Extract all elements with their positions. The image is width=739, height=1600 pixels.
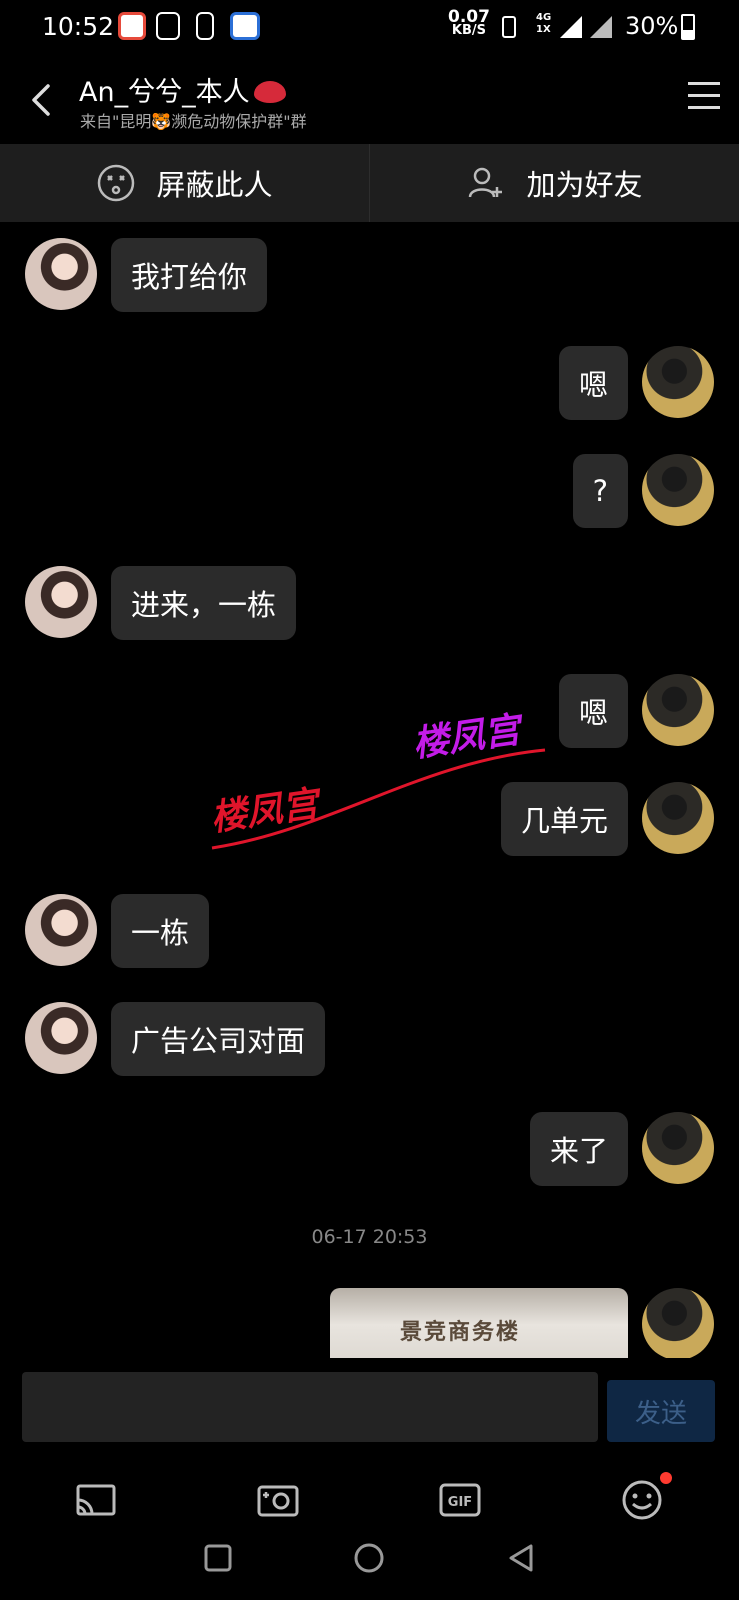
avatar[interactable] xyxy=(25,894,97,966)
add-user-icon xyxy=(469,167,503,198)
triangle-back-icon xyxy=(509,1544,533,1572)
message-bubble[interactable]: 嗯 xyxy=(558,346,628,420)
circle-icon xyxy=(354,1543,384,1573)
network-type: 4G 1X xyxy=(536,12,552,35)
chat-header: An_兮兮_本人 来自"昆明🐯濒危动物保护群"群 xyxy=(0,56,739,144)
stranger-action-bar: 屏蔽此人 加为好友 xyxy=(0,144,739,222)
avatar[interactable] xyxy=(642,674,714,746)
square-icon xyxy=(204,1544,232,1572)
emoji-icon xyxy=(622,1480,662,1520)
avatar[interactable] xyxy=(642,346,714,418)
message-outgoing: 几单元 xyxy=(500,782,714,856)
message-timestamp: 06-17 20:53 xyxy=(311,1226,428,1248)
block-face-icon xyxy=(98,164,135,202)
back-button[interactable] xyxy=(504,1540,540,1576)
avatar[interactable] xyxy=(642,1288,714,1358)
recents-button[interactable] xyxy=(200,1540,236,1576)
message-list[interactable]: 我打给你 嗯 ? 进来，一栋 嗯 几单元 一栋 广告公司对面 来了 06-17 … xyxy=(0,222,739,1358)
message-outgoing: ? xyxy=(572,454,714,528)
app-notification-icon xyxy=(118,12,146,40)
message-outgoing-image: 景竞商务楼 xyxy=(330,1288,714,1358)
notification-icons xyxy=(118,12,260,40)
composer: 发送 xyxy=(0,1372,739,1442)
emoji-button[interactable] xyxy=(620,1472,672,1522)
add-friend-button[interactable]: 加为好友 xyxy=(369,144,739,222)
gif-label: GIF xyxy=(448,1495,472,1510)
avatar[interactable] xyxy=(25,1002,97,1074)
watermark-text: 楼凤宫 xyxy=(410,709,523,766)
avatar[interactable] xyxy=(642,454,714,526)
system-nav-bar xyxy=(0,1520,739,1600)
watermark-text: 楼凤宫 xyxy=(208,783,321,840)
app-notification-icon xyxy=(230,12,260,40)
message-incoming: 我打给你 xyxy=(25,238,268,312)
photo-caption: 景竞商务楼 xyxy=(400,1319,521,1345)
message-incoming: 广告公司对面 xyxy=(25,1002,326,1076)
message-bubble[interactable]: 嗯 xyxy=(558,674,628,748)
message-incoming: 进来，一栋 xyxy=(25,566,297,640)
gif-icon: GIF xyxy=(439,1483,481,1517)
home-button[interactable] xyxy=(351,1540,387,1576)
message-bubble[interactable]: ? xyxy=(572,454,628,528)
block-user-button[interactable]: 屏蔽此人 xyxy=(0,144,369,222)
chat-subtitle: 来自"昆明🐯濒危动物保护群"群 xyxy=(80,112,307,131)
avatar[interactable] xyxy=(25,566,97,638)
notification-dot xyxy=(660,1472,672,1484)
vibrate-icon xyxy=(502,16,516,38)
message-bubble[interactable]: 进来，一栋 xyxy=(111,566,297,640)
network-speed: 0.07 KB/S xyxy=(448,7,490,38)
signal-icon xyxy=(590,16,612,38)
message-outgoing: 嗯 xyxy=(558,346,714,420)
message-bubble[interactable]: 一栋 xyxy=(111,894,210,968)
message-incoming: 一栋 xyxy=(25,894,210,968)
signal-icon xyxy=(560,16,582,38)
add-friend-label: 加为好友 xyxy=(526,168,643,202)
message-outgoing: 嗯 xyxy=(558,674,714,748)
message-bubble[interactable]: 几单元 xyxy=(500,782,628,856)
message-bubble[interactable]: 广告公司对面 xyxy=(111,1002,326,1076)
camera-icon xyxy=(257,1485,299,1517)
back-arrow-icon[interactable] xyxy=(26,80,56,120)
chat-title: An_兮兮_本人 xyxy=(79,70,286,109)
menu-icon[interactable] xyxy=(688,82,720,112)
avatar[interactable] xyxy=(25,238,97,310)
send-button[interactable]: 发送 xyxy=(607,1380,715,1442)
notification-icon xyxy=(156,12,180,40)
message-bubble[interactable]: 来了 xyxy=(529,1112,628,1186)
cast-button[interactable] xyxy=(74,1478,118,1522)
battery-percent: 30% xyxy=(625,12,679,40)
cast-icon xyxy=(76,1484,116,1516)
status-time: 10:52 xyxy=(42,12,115,41)
lips-emoji-icon xyxy=(253,81,286,103)
sim-icon xyxy=(196,12,214,40)
message-outgoing: 来了 xyxy=(529,1112,714,1186)
avatar[interactable] xyxy=(642,782,714,854)
gif-button[interactable]: GIF xyxy=(438,1478,482,1522)
battery-icon xyxy=(681,14,695,40)
message-photo[interactable]: 景竞商务楼 xyxy=(330,1288,628,1358)
message-bubble[interactable]: 我打给你 xyxy=(111,238,268,312)
avatar[interactable] xyxy=(642,1112,714,1184)
status-bar: 10:52 0.07 KB/S 4G 1X 30% xyxy=(0,0,739,56)
camera-button[interactable] xyxy=(256,1478,300,1522)
block-user-label: 屏蔽此人 xyxy=(156,168,273,202)
message-input[interactable] xyxy=(22,1372,598,1442)
